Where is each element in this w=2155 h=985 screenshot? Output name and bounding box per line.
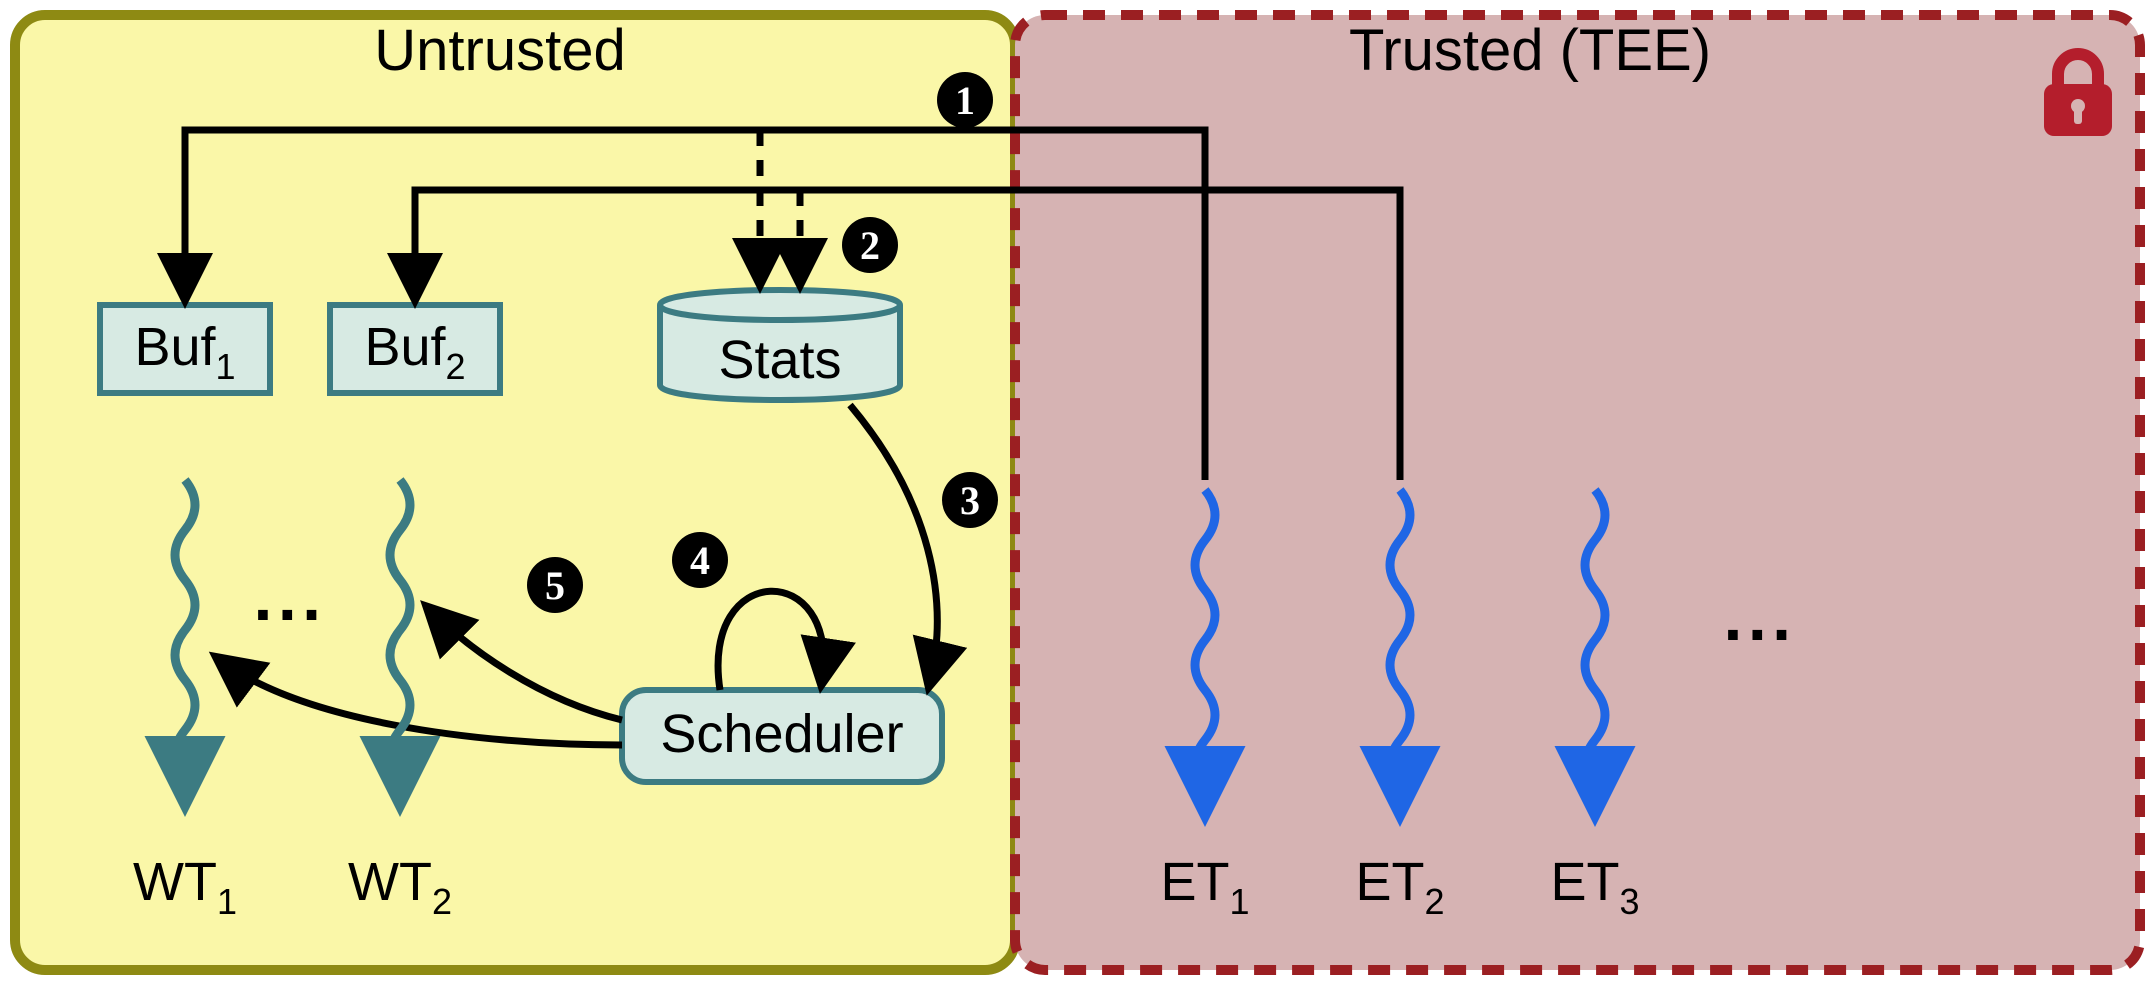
buf1-label-sub: 1 <box>216 346 236 387</box>
step-1: 1 <box>937 72 993 128</box>
et3-label-sub: 3 <box>1619 881 1639 922</box>
trusted-region <box>1015 15 2140 970</box>
svg-text:4: 4 <box>690 538 710 583</box>
wt1-label-sub: 1 <box>217 881 237 922</box>
wt2-label-base: WT <box>348 852 432 912</box>
stats-label: Stats <box>718 330 841 390</box>
wt1-label-base: WT <box>133 852 217 912</box>
step-2: 2 <box>842 217 898 273</box>
et-ellipsis: ... <box>1724 579 1797 655</box>
buf2-label-sub: 2 <box>446 346 466 387</box>
buf2-label-base: Buf <box>364 317 446 377</box>
svg-text:1: 1 <box>955 78 975 123</box>
et2-label-base: ET <box>1355 852 1424 912</box>
trusted-title: Trusted (TEE) <box>1349 18 1711 83</box>
step-4: 4 <box>672 532 728 588</box>
scheduler-box: Scheduler <box>622 690 942 782</box>
et1-label-sub: 1 <box>1229 881 1249 922</box>
et2-label-sub: 2 <box>1424 881 1444 922</box>
wt-ellipsis: ... <box>254 559 327 635</box>
buf2-box: Buf2 <box>330 305 500 393</box>
svg-text:2: 2 <box>860 223 880 268</box>
stats-cylinder: Stats <box>660 290 900 400</box>
svg-text:5: 5 <box>545 563 565 608</box>
step-3: 3 <box>942 472 998 528</box>
wt2-label-sub: 2 <box>432 881 452 922</box>
untrusted-title: Untrusted <box>374 18 625 83</box>
et3-label-base: ET <box>1550 852 1619 912</box>
step-5: 5 <box>527 557 583 613</box>
scheduler-label: Scheduler <box>660 704 903 764</box>
svg-text:3: 3 <box>960 478 980 523</box>
diagram-canvas: Untrusted Trusted (TEE) Buf1 Buf2 Stats … <box>0 0 2155 985</box>
buf1-box: Buf1 <box>100 305 270 393</box>
et1-label-base: ET <box>1160 852 1229 912</box>
buf1-label-base: Buf <box>134 317 216 377</box>
untrusted-region <box>15 15 1015 970</box>
